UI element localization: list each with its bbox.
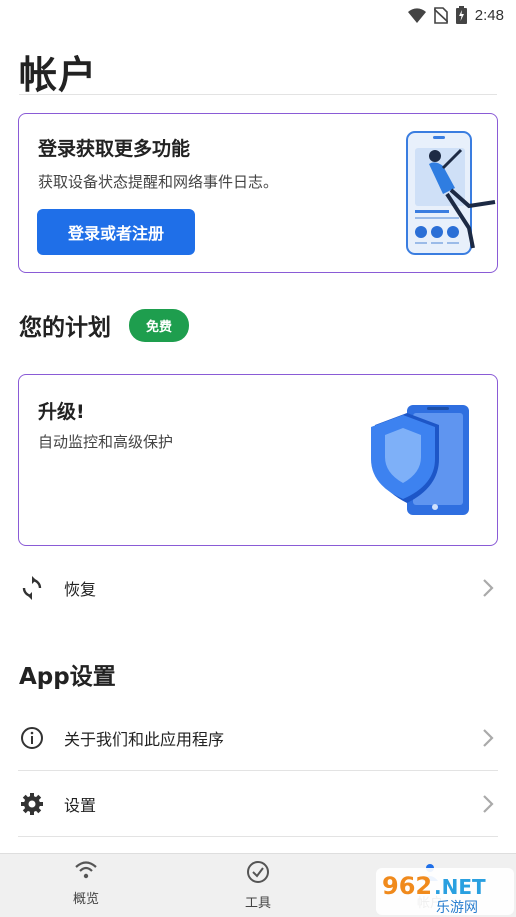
- settings-label: 设置: [64, 796, 97, 815]
- app-settings-title: App设置: [19, 664, 116, 690]
- wifi-icon: [74, 860, 98, 884]
- svg-text:962: 962: [382, 872, 432, 900]
- login-card-title: 登录获取更多功能: [38, 138, 191, 160]
- upgrade-card-subtitle: 自动监控和高级保护: [38, 433, 174, 451]
- upgrade-card[interactable]: 升级! 自动监控和高级保护: [18, 374, 498, 546]
- phone-person-illustration: [403, 128, 499, 262]
- restore-label: 恢复: [64, 580, 97, 599]
- wifi-icon: [407, 7, 426, 23]
- refresh-icon: [18, 574, 46, 602]
- about-label: 关于我们和此应用程序: [64, 730, 225, 749]
- nav-overview-label: 概览: [72, 892, 99, 907]
- status-bar: 2:48: [0, 0, 516, 30]
- nav-tools[interactable]: 工具: [208, 860, 308, 911]
- row-divider: [18, 836, 498, 837]
- plan-row: 您的计划 免费: [19, 308, 190, 342]
- upgrade-card-title: 升级!: [38, 401, 85, 423]
- plan-badge: 免费: [129, 308, 190, 342]
- restore-row[interactable]: 恢复: [18, 560, 498, 616]
- about-row[interactable]: 关于我们和此应用程序: [18, 710, 498, 766]
- row-divider: [18, 770, 498, 771]
- chevron-right-icon: [478, 794, 498, 814]
- login-register-button[interactable]: 登录或者注册: [37, 209, 195, 255]
- login-card-subtitle: 获取设备状态提醒和网络事件日志。: [38, 173, 279, 191]
- battery-icon: [455, 6, 467, 24]
- chevron-right-icon: [478, 578, 498, 598]
- nav-tools-label: 工具: [244, 896, 271, 911]
- nav-overview[interactable]: 概览: [36, 860, 136, 907]
- check-circle-icon: [246, 860, 270, 888]
- gear-icon: [18, 790, 46, 818]
- plan-title: 您的计划: [19, 315, 111, 341]
- status-time: 2:48: [474, 6, 504, 24]
- page-title: 帐户: [19, 53, 98, 97]
- svg-text:乐游网: 乐游网: [436, 900, 478, 916]
- svg-text:.NET: .NET: [434, 875, 486, 899]
- watermark-logo: 962 .NET 乐游网: [374, 864, 516, 917]
- chevron-right-icon: [478, 728, 498, 748]
- title-divider: [19, 94, 497, 95]
- shield-phone-icon: [369, 403, 473, 521]
- settings-row[interactable]: 设置: [18, 776, 498, 832]
- info-icon: [18, 724, 46, 752]
- login-card: 登录获取更多功能 获取设备状态提醒和网络事件日志。 登录或者注册: [18, 113, 498, 273]
- no-sim-icon: [433, 6, 448, 24]
